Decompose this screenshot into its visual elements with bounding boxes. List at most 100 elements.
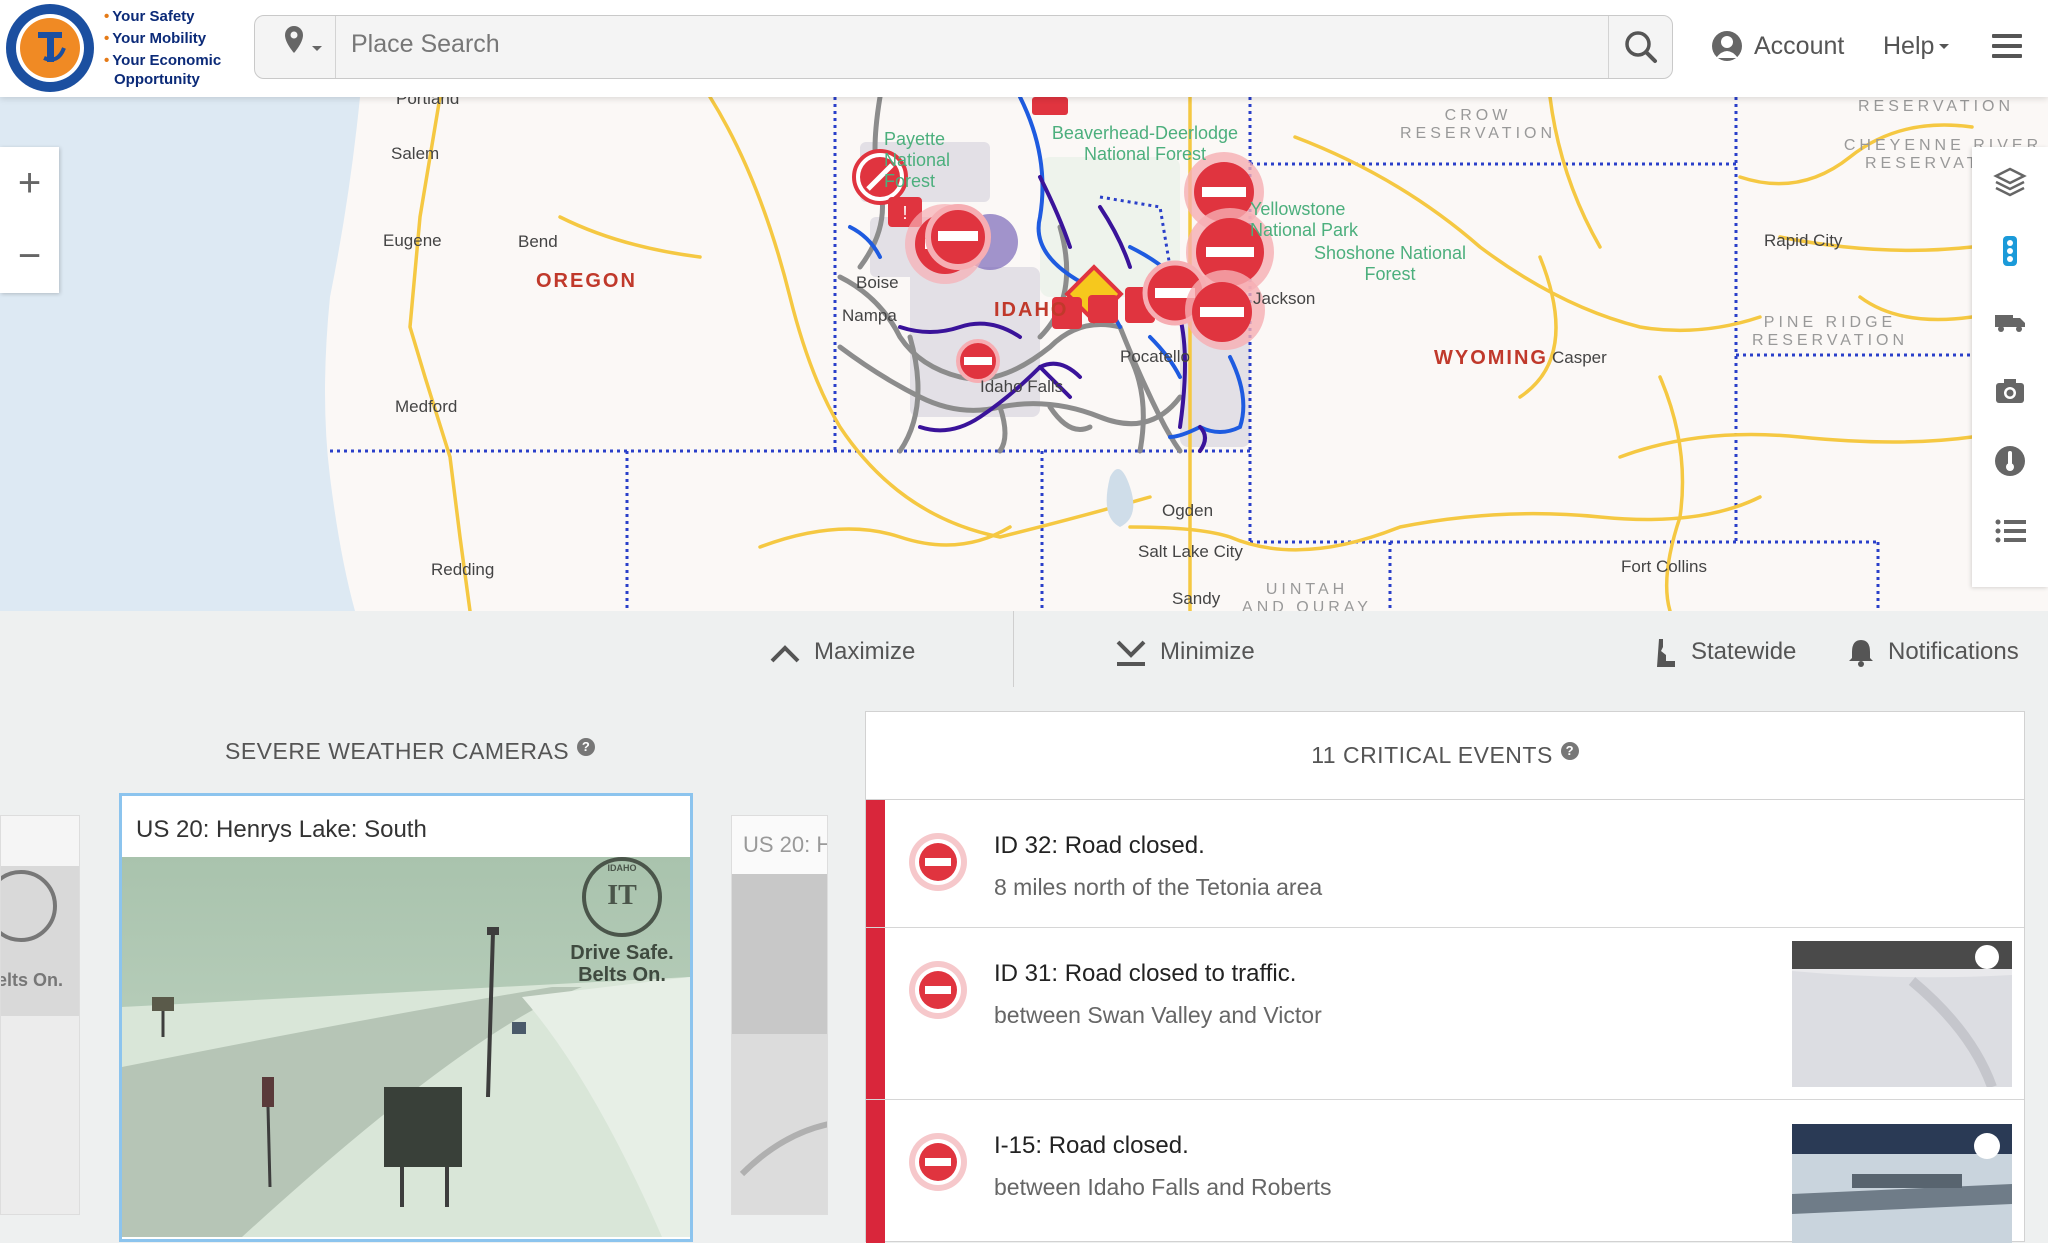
camera-card-next[interactable]: US 20: H (731, 815, 828, 1215)
zoom-out-button[interactable]: − (0, 220, 59, 293)
critical-events-heading: 11 CRITICAL EVENTS? (866, 712, 2024, 800)
city-ogden: Ogden (1162, 501, 1214, 520)
city-casper: Casper (1552, 348, 1607, 367)
forest-beaverhead-deerlodge: Beaverhead-Deerlodge National Forest (1051, 123, 1239, 164)
city-rapid-city: Rapid City (1764, 231, 1843, 250)
help-question-icon[interactable]: ? (577, 738, 596, 756)
camera-caption-next: US 20: H (743, 832, 828, 857)
event-item[interactable]: I-15: Road closed. between Idaho Falls a… (866, 1100, 2024, 1243)
minimize-icon (1116, 640, 1146, 666)
svg-text:Belts On.: Belts On. (578, 964, 666, 986)
location-type-dropdown[interactable] (255, 16, 336, 78)
map-pin-icon (285, 26, 322, 53)
search-icon (1625, 31, 1657, 63)
events-title: 11 CRITICAL EVENTS (1311, 742, 1553, 768)
camera-card-henrys-lake-south[interactable]: US 20: Henrys Lake: South IT IDAHO Drive… (119, 793, 693, 1242)
zoom-in-button[interactable]: + (0, 147, 59, 220)
event-headline: I-15: Road closed. (994, 1132, 1189, 1159)
camera-icon[interactable] (1992, 373, 2028, 409)
severity-bar (866, 928, 885, 1099)
state-idaho: IDAHO (994, 299, 1069, 321)
tagline: • Your Safety • Your Mobility • Your Econom… (104, 8, 222, 88)
severe-weather-cameras-heading: SEVERE WEATHER CAMERAS? (225, 738, 596, 765)
layers-icon[interactable] (1992, 163, 2028, 199)
account-label: Account (1754, 31, 1845, 60)
event-camera-thumbnail[interactable] (1792, 1124, 2012, 1243)
camera-card-previous[interactable]: elts On. (0, 815, 80, 1215)
road-closed-icon (909, 1133, 967, 1191)
road-closed-icon (909, 961, 967, 1019)
camera-image-next (732, 874, 827, 1214)
reservation-crow: CROW RESERVATION (1399, 107, 1557, 142)
city-salem: Salem (391, 144, 440, 163)
city-fort-collins: Fort Collins (1621, 557, 1707, 576)
weather-warning-icon[interactable] (1032, 97, 1068, 115)
camera-caption: US 20: Henrys Lake: South (136, 816, 427, 843)
event-item[interactable]: ID 32: Road closed. 8 miles north of the… (866, 800, 2024, 928)
hamburger-menu-icon[interactable] (1990, 29, 2024, 63)
severity-bar (866, 1100, 885, 1243)
help-question-icon[interactable]: ? (1560, 742, 1579, 760)
road-closure-cluster[interactable] (1142, 152, 1274, 350)
city-nampa: Nampa (842, 306, 897, 325)
road-closed-marker[interactable] (956, 339, 1000, 383)
city-portland: Portland (396, 97, 460, 108)
svg-text:elts On.: elts On. (1, 970, 63, 990)
account-button[interactable]: Account (1710, 24, 1844, 68)
place-search-bar: Place Search (254, 15, 1673, 79)
city-salt-lake-city: Salt Lake City (1138, 542, 1243, 561)
help-label: Help (1883, 31, 1935, 60)
tagline-mobility: Your Mobility (112, 30, 207, 47)
svg-text:Drive Safe.: Drive Safe. (570, 942, 673, 964)
reservation-uintah-ouray: UINTAH AND OURAY (1242, 581, 1372, 611)
place-search-input[interactable]: Place Search (351, 30, 500, 59)
camera-image: IT IDAHO Drive Safe. Belts On. (122, 857, 690, 1237)
traffic-map[interactable]: ! Portland Salem Eugene Bend Medford Red… (0, 97, 2048, 611)
state-oregon: OREGON (536, 270, 637, 292)
idaho-state-icon (1657, 639, 1675, 667)
reservation-top-right: RESERVATION (1858, 98, 2015, 115)
notifications-label: Notifications (1888, 638, 2019, 665)
user-icon (1712, 31, 1742, 61)
minimize-label: Minimize (1160, 638, 1255, 665)
reservation-pine-ridge: PINE RIDGE RESERVATION (1751, 314, 1909, 349)
city-medford: Medford (395, 397, 458, 416)
city-boise: Boise (856, 273, 899, 292)
state-wyoming: WYOMING (1434, 347, 1548, 369)
tagline-opportunity: Opportunity (114, 71, 200, 88)
city-pocatello: Pocatello (1120, 347, 1190, 366)
minimize-button[interactable]: Minimize (1114, 635, 1255, 669)
search-button[interactable] (1608, 16, 1672, 78)
statewide-button[interactable]: Statewide (1655, 635, 1796, 669)
bell-icon (1849, 640, 1873, 667)
event-headline: ID 31: Road closed to traffic. (994, 960, 1297, 987)
list-icon[interactable] (1992, 513, 2028, 549)
chevron-down-icon (312, 46, 322, 51)
notifications-button[interactable]: Notifications (1846, 635, 2019, 669)
event-detail: 8 miles north of the Tetonia area (994, 874, 1323, 900)
chevron-up-icon (770, 645, 800, 663)
truck-icon[interactable] (1992, 303, 2028, 339)
park-yellowstone: Yellowstone National Park (1250, 199, 1359, 240)
help-menu[interactable]: Help (1883, 24, 1954, 68)
maximize-button[interactable]: Maximize (768, 635, 915, 669)
event-camera-thumbnail[interactable] (1792, 941, 2012, 1087)
severity-bar (866, 800, 885, 927)
city-redding: Redding (431, 560, 495, 579)
road-event-cluster[interactable] (905, 204, 1018, 284)
forest-payette: Payette National Forest (884, 129, 951, 191)
event-item[interactable]: ID 31: Road closed to traffic. between S… (866, 928, 2024, 1100)
event-headline: ID 32: Road closed. (994, 832, 1205, 859)
city-bend: Bend (518, 232, 558, 251)
event-detail: between Idaho Falls and Roberts (994, 1174, 1332, 1200)
traffic-light-icon[interactable] (1992, 233, 2028, 269)
cameras-title: SEVERE WEATHER CAMERAS (225, 738, 570, 764)
top-header: • Your Safety • Your Mobility • Your Econom… (0, 0, 2048, 97)
itd-logo[interactable] (4, 2, 96, 94)
event-markers-layer[interactable]: ! (0, 97, 2048, 611)
city-eugene: Eugene (383, 231, 442, 250)
forest-shoshone: Shoshone National Forest (1313, 243, 1467, 284)
panel-divider (1013, 611, 1014, 687)
panel-control-bar: Maximize Minimize Statewide Notification… (0, 611, 2048, 691)
weather-thermometer-icon[interactable] (1992, 443, 2028, 479)
